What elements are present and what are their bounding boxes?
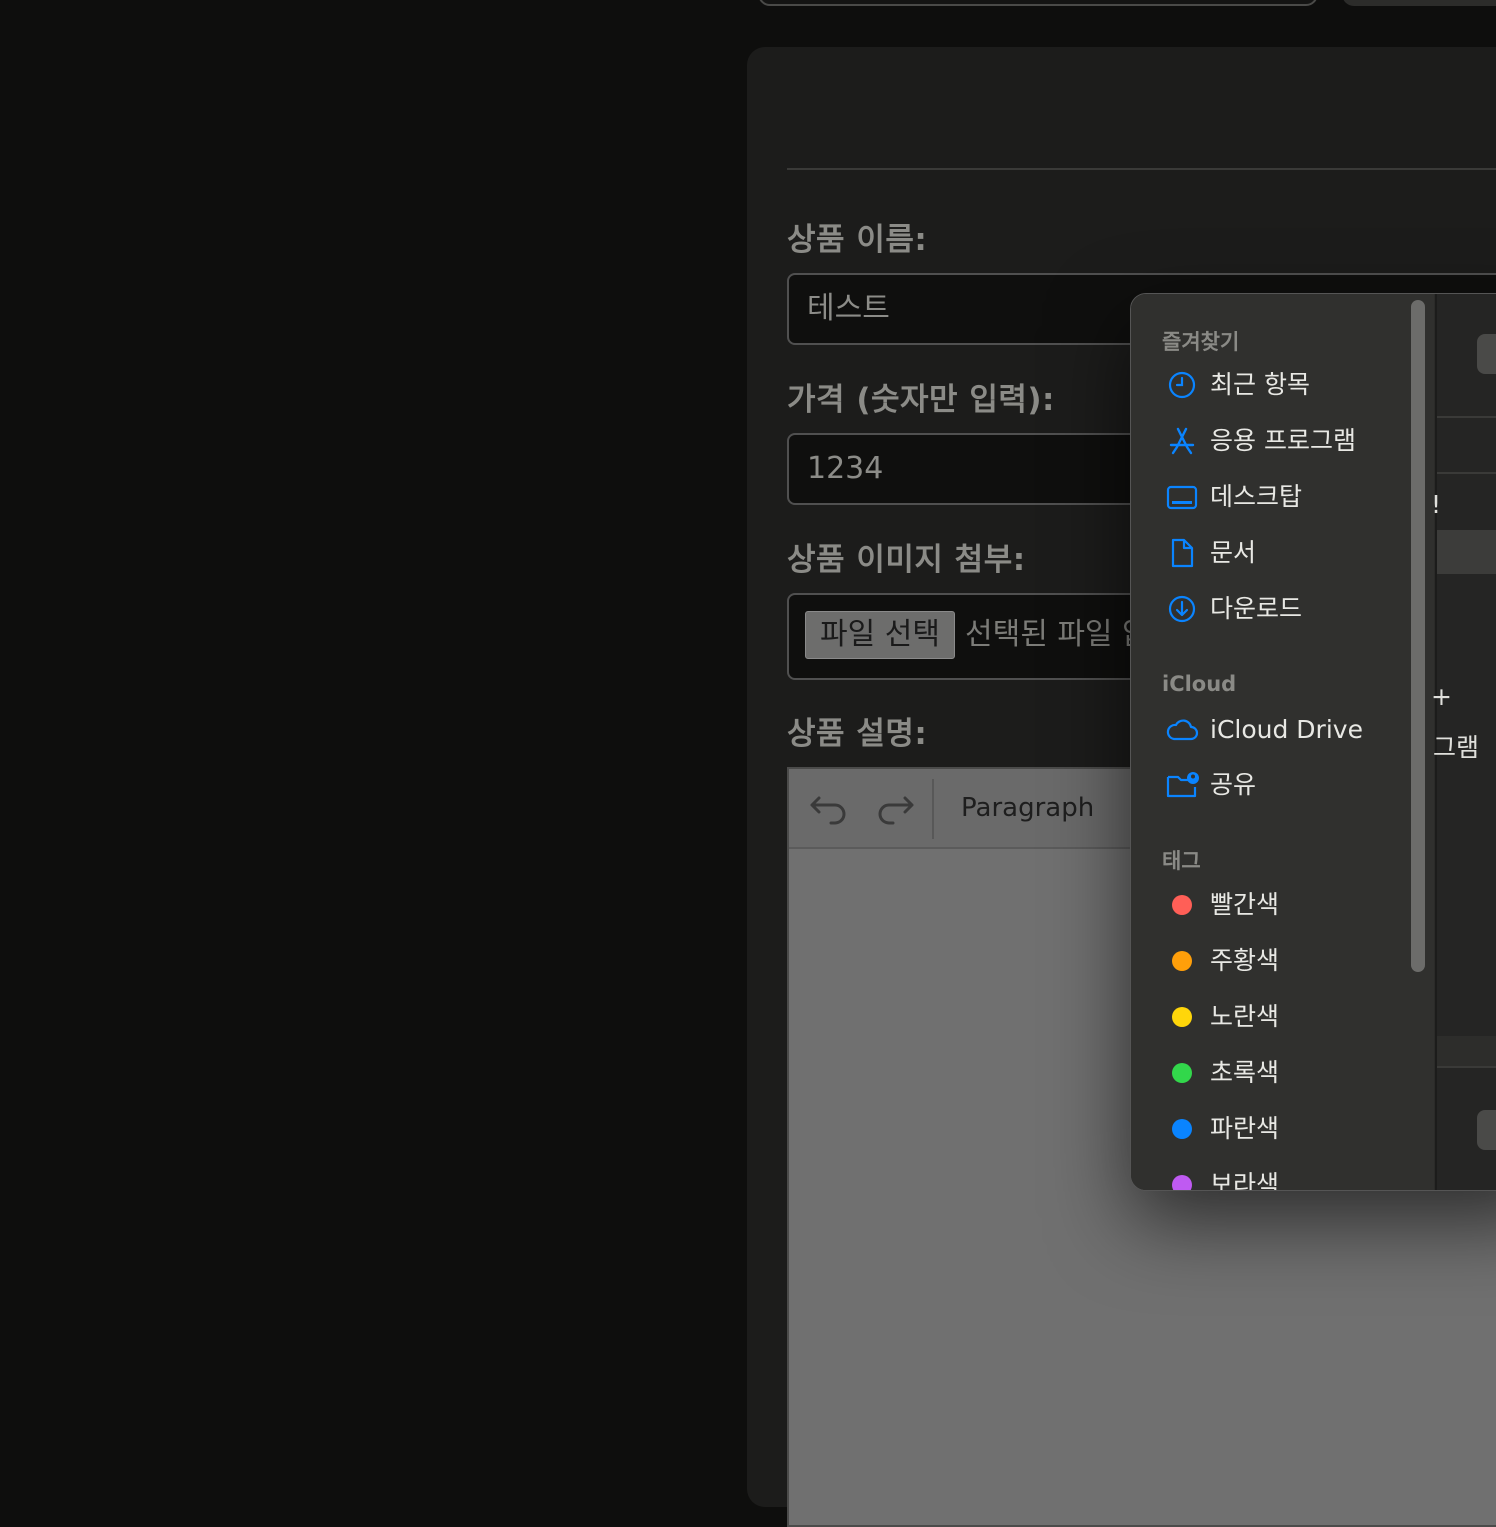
sidebar-tag-blue[interactable]: 파란색	[1165, 1109, 1405, 1149]
pane-divider	[1437, 472, 1496, 474]
choose-file-button[interactable]: 파일 선택	[805, 611, 955, 659]
sidebar-tag-red[interactable]: 빨간색	[1165, 885, 1405, 925]
sidebar-tag-yellow[interactable]: 노란색	[1165, 997, 1405, 1037]
sidebar-scrollbar[interactable]	[1411, 300, 1425, 972]
redo-icon[interactable]	[875, 791, 915, 827]
icloud-heading: iCloud	[1162, 672, 1237, 696]
tag-label: 초록색	[1210, 1058, 1280, 1087]
orange-tag-dot-icon	[1172, 951, 1192, 971]
sidebar-item-label: 공유	[1210, 770, 1257, 799]
product-name-value: 테스트	[807, 291, 890, 326]
tag-label: 빨간색	[1210, 890, 1280, 919]
sidebar-item-desktop[interactable]: 데스크탑	[1165, 477, 1405, 517]
favorites-heading: 즐겨찾기	[1162, 330, 1240, 354]
pane-text-fragment: +	[1431, 682, 1452, 711]
sidebar-item-shared[interactable]: 공유	[1165, 765, 1405, 805]
price-label: 가격 (숫자만 입력):	[787, 382, 1055, 418]
app-store-icon	[1165, 425, 1199, 457]
panel-divider	[787, 168, 1496, 170]
green-tag-dot-icon	[1172, 1063, 1192, 1083]
pane-text-fragment: !	[1431, 490, 1442, 519]
sidebar-item-documents[interactable]: 문서	[1165, 533, 1405, 573]
sidebar-item-downloads[interactable]: 다운로드	[1165, 589, 1405, 629]
back-button[interactable]	[1477, 334, 1496, 374]
sidebar-item-icloud-drive[interactable]: iCloud Drive	[1165, 710, 1405, 750]
purple-tag-dot-icon	[1172, 1175, 1192, 1190]
sidebar-item-label: iCloud Drive	[1210, 715, 1363, 744]
download-icon	[1165, 593, 1199, 625]
cancel-button-partial[interactable]	[1477, 1110, 1496, 1150]
block-style-select[interactable]: Paragraph	[961, 769, 1094, 847]
document-icon	[1165, 537, 1199, 569]
sidebar-item-label: 문서	[1210, 538, 1257, 567]
shared-folder-icon	[1165, 769, 1199, 801]
sidebar-item-applications[interactable]: 응용 프로그램	[1165, 421, 1405, 461]
image-attach-label: 상품 이미지 첨부:	[787, 542, 1026, 578]
pane-text-fragment: 그램	[1433, 733, 1480, 762]
sidebar-tag-green[interactable]: 초록색	[1165, 1053, 1405, 1093]
tag-label: 노란색	[1210, 1002, 1280, 1031]
product-name-label: 상품 이름:	[787, 222, 928, 258]
pane-footer-band	[1437, 1036, 1496, 1066]
desktop-icon	[1165, 481, 1199, 513]
toolbar-separator	[932, 779, 934, 839]
top-input-partial[interactable]	[758, 0, 1318, 6]
blue-tag-dot-icon	[1172, 1119, 1192, 1139]
price-value: 1234	[807, 451, 884, 486]
yellow-tag-dot-icon	[1172, 1007, 1192, 1027]
sidebar-tag-purple[interactable]: 보라색	[1165, 1165, 1405, 1191]
selected-row[interactable]	[1437, 530, 1496, 574]
sidebar-item-label: 데스크탑	[1210, 482, 1303, 511]
sidebar-item-recents[interactable]: 최근 항목	[1165, 365, 1405, 405]
tag-label: 주황색	[1210, 946, 1280, 975]
top-button-partial[interactable]	[1342, 0, 1496, 6]
cloud-icon	[1165, 714, 1199, 746]
file-picker-sidebar: 즐겨찾기 최근 항목 응용 프로그램 데스크탑 문서 다운로드 iCloud i…	[1131, 294, 1434, 1190]
tag-label: 파란색	[1210, 1114, 1280, 1143]
file-browser-pane-partial: ! + 그램	[1431, 294, 1496, 1190]
red-tag-dot-icon	[1172, 895, 1192, 915]
undo-icon[interactable]	[809, 791, 849, 827]
sidebar-item-label: 다운로드	[1210, 594, 1303, 623]
sidebar-item-label: 최근 항목	[1210, 370, 1310, 399]
description-label: 상품 설명:	[787, 716, 928, 752]
tags-heading: 태그	[1162, 849, 1201, 873]
pane-divider	[1437, 1066, 1496, 1068]
file-picker-dialog: 즐겨찾기 최근 항목 응용 프로그램 데스크탑 문서 다운로드 iCloud i…	[1130, 293, 1496, 1191]
tag-label: 보라색	[1210, 1170, 1280, 1191]
clock-icon	[1165, 369, 1199, 401]
sidebar-tag-orange[interactable]: 주황색	[1165, 941, 1405, 981]
sidebar-item-label: 응용 프로그램	[1210, 426, 1356, 455]
pane-divider	[1437, 416, 1496, 418]
